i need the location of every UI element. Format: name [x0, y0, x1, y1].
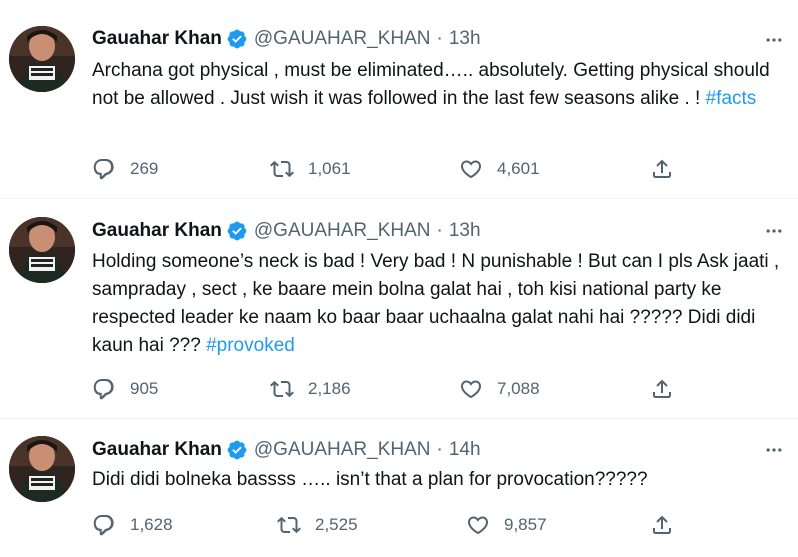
share-icon [653, 515, 671, 534]
author-handle[interactable]: @GAUAHAR_KHAN [254, 439, 431, 461]
avatar[interactable] [9, 26, 75, 92]
tweet-body: Archana got physical , must be eliminate… [92, 60, 770, 109]
tweet-actions: 1,628 2,525 9,857 [92, 513, 692, 537]
author-name[interactable]: Gauahar Khan [92, 439, 222, 461]
tweet-text: Holding someone’s neck is bad ! Very bad… [92, 248, 782, 360]
reply-count: 269 [130, 159, 159, 178]
retweet-count: 1,061 [308, 159, 351, 178]
more-icon[interactable] [762, 438, 786, 462]
like-icon [460, 160, 482, 179]
tweet-header: Gauahar Khan @GAUAHAR_KHAN · 14h [92, 438, 481, 462]
retweet-count: 2,186 [308, 379, 351, 398]
reply-count: 905 [130, 379, 159, 398]
retweet-button[interactable]: 1,061 [270, 157, 351, 181]
like-icon [467, 516, 489, 535]
separator-dot: · [436, 220, 443, 241]
tweet[interactable]: Gauahar Khan @GAUAHAR_KHAN · 14h Didi di… [0, 419, 798, 557]
reply-icon [93, 515, 114, 536]
tweet-text: Archana got physical , must be eliminate… [92, 57, 782, 113]
share-button[interactable] [650, 157, 674, 181]
share-button[interactable] [650, 377, 674, 401]
tweet-actions: 905 2,186 7,088 [92, 377, 692, 401]
retweet-count: 2,525 [315, 515, 358, 534]
like-count: 9,857 [504, 515, 547, 534]
tweet-text: Didi didi bolneka bassss ….. isn’t that … [92, 466, 782, 494]
tweet-body: Didi didi bolneka bassss ….. isn’t that … [92, 469, 648, 490]
tweet-body: Holding someone’s neck is bad ! Very bad… [92, 251, 780, 356]
author-name[interactable]: Gauahar Khan [92, 28, 222, 50]
avatar[interactable] [9, 217, 75, 283]
reply-count: 1,628 [130, 515, 173, 534]
retweet-button[interactable]: 2,186 [270, 377, 351, 401]
more-icon[interactable] [762, 219, 786, 243]
hashtag-link[interactable]: #provoked [206, 335, 295, 356]
like-count: 4,601 [497, 159, 540, 178]
author-name[interactable]: Gauahar Khan [92, 220, 222, 242]
tweet-header: Gauahar Khan @GAUAHAR_KHAN · 13h [92, 219, 481, 243]
tweet-actions: 269 1,061 4,601 [92, 157, 692, 181]
retweet-icon [270, 380, 294, 398]
retweet-button[interactable]: 2,525 [277, 513, 358, 537]
like-button[interactable]: 7,088 [459, 377, 540, 401]
verified-badge-icon [226, 28, 248, 50]
like-icon [460, 380, 482, 399]
author-handle[interactable]: @GAUAHAR_KHAN [254, 220, 431, 242]
reply-button[interactable]: 905 [92, 377, 158, 401]
author-handle[interactable]: @GAUAHAR_KHAN [254, 28, 431, 50]
separator-dot: · [436, 28, 443, 49]
share-icon [653, 159, 671, 178]
tweet[interactable]: Gauahar Khan @GAUAHAR_KHAN · 13h Holding… [0, 199, 798, 419]
reply-button[interactable]: 1,628 [92, 513, 173, 537]
verified-badge-icon [226, 439, 248, 461]
share-icon [653, 379, 671, 398]
retweet-icon [270, 160, 294, 178]
more-icon[interactable] [762, 28, 786, 52]
reply-button[interactable]: 269 [92, 157, 158, 181]
separator-dot: · [436, 439, 443, 460]
reply-icon [93, 159, 114, 180]
tweet-header: Gauahar Khan @GAUAHAR_KHAN · 13h [92, 27, 481, 51]
hashtag-link[interactable]: #facts [706, 88, 757, 109]
like-count: 7,088 [497, 379, 540, 398]
tweet[interactable]: Gauahar Khan @GAUAHAR_KHAN · 13h Archana… [0, 0, 798, 199]
timestamp[interactable]: 13h [449, 28, 481, 50]
like-button[interactable]: 4,601 [459, 157, 540, 181]
retweet-icon [277, 516, 301, 534]
timestamp[interactable]: 14h [449, 439, 481, 461]
avatar[interactable] [9, 436, 75, 502]
verified-badge-icon [226, 220, 248, 242]
like-button[interactable]: 9,857 [466, 513, 547, 537]
timestamp[interactable]: 13h [449, 220, 481, 242]
share-button[interactable] [650, 513, 674, 537]
reply-icon [93, 379, 114, 400]
